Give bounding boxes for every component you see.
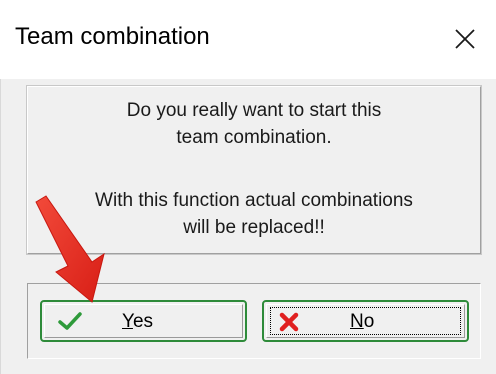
no-accel-key: N xyxy=(350,311,364,332)
no-button[interactable]: No xyxy=(262,300,469,342)
message-line-2: team combination. xyxy=(176,127,332,148)
title-bar: Team combination xyxy=(0,0,496,79)
message-line-1: Do you really want to start this xyxy=(126,100,382,121)
message-line-3: With this function actual combinations xyxy=(95,190,413,211)
close-button[interactable] xyxy=(440,14,490,64)
no-label-rest: o xyxy=(363,311,375,332)
no-button-label: No xyxy=(350,311,374,333)
yes-button-label: Yes xyxy=(122,311,153,333)
green-check-icon xyxy=(58,312,82,330)
close-x-icon xyxy=(455,29,475,49)
red-x-icon xyxy=(279,312,299,332)
confirm-dialog: Team combination Do you really want to s… xyxy=(0,0,496,374)
message-panel: Do you really want to start this team co… xyxy=(26,85,482,255)
yes-label-rest: es xyxy=(132,311,154,332)
yes-button[interactable]: Yes xyxy=(40,300,247,342)
window-left-border xyxy=(0,79,1,374)
message-line-4: will be replaced!! xyxy=(183,217,325,238)
yes-accel-key: Y xyxy=(122,311,133,332)
dialog-title: Team combination xyxy=(15,23,210,50)
